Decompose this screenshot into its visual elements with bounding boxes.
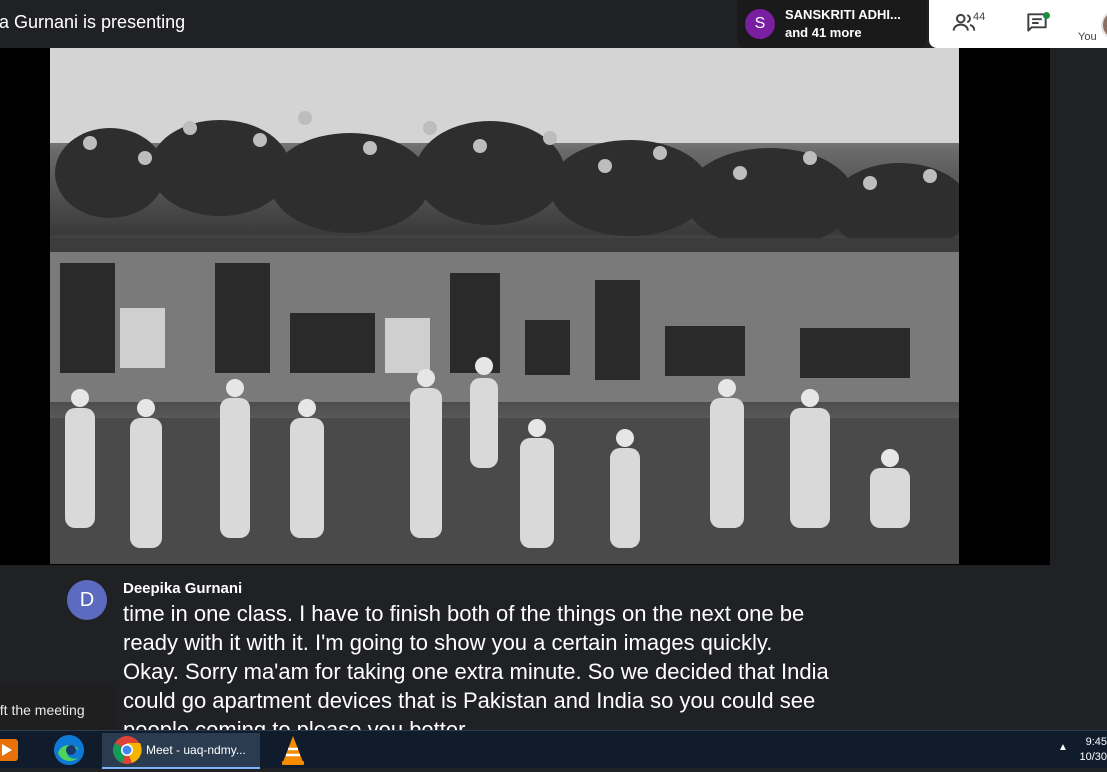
photo-scene xyxy=(50,48,959,564)
participants-chip[interactable]: S SANSKRITI ADHI... and 41 more xyxy=(737,0,927,48)
clock-time: 9:45 xyxy=(1085,736,1107,748)
presentation-stage xyxy=(0,48,1050,565)
captions-panel: D Deepika Gurnani time in one class. I h… xyxy=(0,565,1107,730)
speaker-name: Deepika Gurnani xyxy=(123,580,243,597)
meeting-controls-panel: 44 You xyxy=(929,0,1107,48)
system-clock[interactable]: 9:45 10/30 xyxy=(1077,735,1107,765)
edge-taskbar-button[interactable] xyxy=(50,733,88,767)
chrome-icon xyxy=(113,736,142,764)
media-player-taskbar-button[interactable] xyxy=(0,733,22,767)
clock-date: 10/30 xyxy=(1079,751,1107,763)
tray-overflow-chevron-icon[interactable]: ▲ xyxy=(1058,742,1068,753)
vlc-taskbar-button[interactable] xyxy=(278,733,308,767)
chat-notification-dot xyxy=(1043,12,1050,19)
edge-icon xyxy=(54,735,84,765)
presented-photo xyxy=(50,48,959,564)
presenting-indicator: ta Gurnani is presenting xyxy=(0,12,186,32)
participant-more-count: and 41 more xyxy=(785,25,862,40)
caption-text: time in one class. I have to finish both… xyxy=(123,601,829,730)
meeting-top-bar: ta Gurnani is presenting S SANSKRITI ADH… xyxy=(0,0,1107,48)
chrome-taskbar-button[interactable]: Meet - uaq-ndmy... xyxy=(102,733,260,769)
people-count-badge: 44 xyxy=(973,11,986,23)
you-label: You xyxy=(1078,31,1097,43)
vlc-icon xyxy=(282,736,304,765)
windows-taskbar: Meet - uaq-ndmy... ▲ 9:45 10/30 xyxy=(0,730,1107,769)
play-icon xyxy=(0,739,18,761)
left-meeting-notification: eft the meeting xyxy=(0,686,118,730)
self-avatar[interactable] xyxy=(1101,10,1107,40)
notification-text: eft the meeting xyxy=(0,702,85,718)
speaker-avatar: D xyxy=(67,580,107,620)
participant-avatar: S xyxy=(745,9,775,39)
chrome-window-title: Meet - uaq-ndmy... xyxy=(146,743,246,757)
participant-first-name: SANSKRITI ADHI... xyxy=(785,7,901,22)
